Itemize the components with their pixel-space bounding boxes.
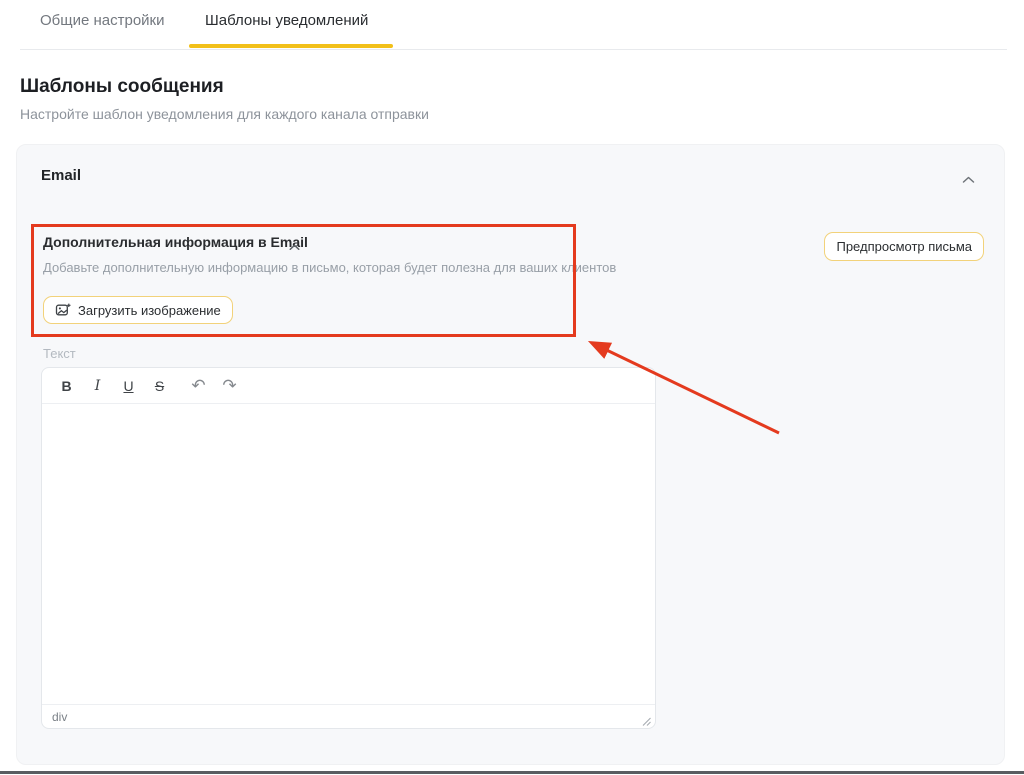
email-card: Email Дополнительная информация в Email … xyxy=(16,144,1005,765)
email-card-header[interactable]: Email xyxy=(17,145,1004,201)
bold-button[interactable]: B xyxy=(51,369,82,403)
image-upload-icon xyxy=(55,302,71,318)
editor-label: Текст xyxy=(43,346,76,361)
editor-element-path: div xyxy=(52,710,67,724)
preview-email-button[interactable]: Предпросмотр письма xyxy=(824,232,984,261)
tab-general-settings[interactable]: Общие настройки xyxy=(40,11,165,31)
upload-image-button[interactable]: Загрузить изображение xyxy=(43,296,233,324)
chevron-up-icon[interactable] xyxy=(289,238,300,256)
editor-content[interactable] xyxy=(42,405,655,706)
italic-button[interactable]: I xyxy=(82,369,113,403)
redo-icon[interactable]: ↷ xyxy=(214,369,245,403)
upload-image-label: Загрузить изображение xyxy=(78,303,221,318)
editor-toolbar: B I U S ↶ ↷ xyxy=(42,368,655,404)
page-subtitle: Настройте шаблон уведомления для каждого… xyxy=(20,106,429,122)
underline-button[interactable]: U xyxy=(113,369,144,403)
undo-icon[interactable]: ↶ xyxy=(183,369,214,403)
rich-text-editor: B I U S ↶ ↷ div xyxy=(41,367,656,729)
resize-handle-icon[interactable] xyxy=(641,714,652,725)
tab-notification-templates[interactable]: Шаблоны уведомлений xyxy=(205,11,368,31)
email-card-title: Email xyxy=(41,167,81,184)
active-tab-underline xyxy=(189,44,393,48)
strikethrough-button[interactable]: S xyxy=(144,369,175,403)
page-title: Шаблоны сообщения xyxy=(20,76,224,98)
tabs-divider xyxy=(20,49,1007,50)
window-bottom-border xyxy=(0,771,1024,774)
editor-statusbar: div xyxy=(42,704,655,728)
chevron-up-icon[interactable] xyxy=(962,171,975,189)
extra-info-description: Добавьте дополнительную информацию в пис… xyxy=(43,260,616,275)
extra-info-title: Дополнительная информация в Email xyxy=(43,234,308,250)
